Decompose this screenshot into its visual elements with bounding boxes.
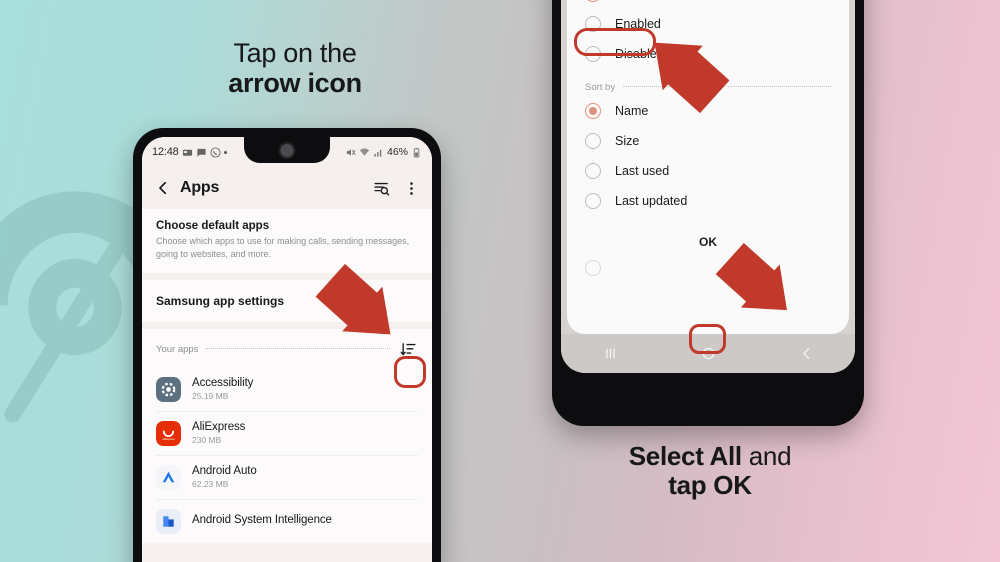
- sort-descending-icon[interactable]: [398, 340, 418, 360]
- app-size: 25.19 MB: [192, 391, 229, 402]
- ok-button[interactable]: OK: [685, 230, 731, 254]
- app-bar-actions: [373, 180, 420, 197]
- app-bar: Apps: [142, 167, 432, 209]
- sort-by-header: Sort by: [567, 73, 849, 96]
- samsung-app-settings-card[interactable]: Samsung app settings: [142, 279, 432, 322]
- radio-button[interactable]: [585, 193, 601, 209]
- status-bar-right: 46%: [345, 146, 422, 158]
- app-name: Accessibility: [192, 377, 254, 390]
- radio-button[interactable]: [585, 163, 601, 179]
- radio-label: Enabled: [615, 17, 661, 31]
- battery-percent: 46%: [386, 146, 408, 158]
- signal-icon: [373, 147, 384, 158]
- mute-icon: [345, 147, 356, 158]
- phone-right-screen: Filter by All Enabled Disabled Sort by: [561, 0, 855, 373]
- sort-filter-dialog: Filter by All Enabled Disabled Sort by: [567, 0, 849, 334]
- radio-label: Size: [615, 134, 640, 148]
- home-circle-icon[interactable]: [700, 345, 717, 362]
- settings-content: Choose default apps Choose which apps to…: [142, 209, 432, 543]
- status-bar-left: 12:48: [152, 146, 227, 158]
- radio-label: Disabled: [615, 47, 664, 61]
- search-list-icon[interactable]: [373, 180, 390, 197]
- sort-option-size[interactable]: Size: [567, 126, 849, 156]
- radio-button[interactable]: [585, 46, 601, 62]
- list-item-text: Accessibility 25.19 MB: [192, 377, 253, 401]
- phone-right: Filter by All Enabled Disabled Sort by: [552, 0, 864, 426]
- radio-button[interactable]: [585, 0, 601, 2]
- card-title: Samsung app settings: [156, 293, 285, 308]
- android-system-intelligence-icon: [156, 508, 181, 534]
- radio-button[interactable]: [585, 103, 601, 119]
- caption-right-rest: and: [741, 441, 792, 471]
- list-item[interactable]: Android Auto 62.23 MB: [156, 456, 418, 500]
- sort-option-last-used[interactable]: Last used: [567, 156, 849, 186]
- apps-list: Accessibility 25.19 MB AliExpress AliExp…: [142, 367, 432, 543]
- app-name: Android System Intelligence: [192, 514, 332, 527]
- caption-right-line2: tap OK: [668, 470, 752, 501]
- app-size: 230 MB: [192, 435, 222, 446]
- nav-back-icon[interactable]: [798, 345, 815, 362]
- radio-label: Name: [615, 104, 649, 118]
- radio-label: Last updated: [615, 194, 688, 208]
- list-item[interactable]: AliExpress AliExpress 230 MB: [156, 412, 418, 456]
- aliexpress-icon: AliExpress: [156, 420, 181, 446]
- status-time: 12:48: [152, 146, 179, 158]
- accessibility-gear-icon: [156, 376, 181, 402]
- dot-icon: [223, 150, 227, 154]
- list-item[interactable]: Android System Intelligence: [156, 500, 418, 543]
- sort-option-name[interactable]: Name: [567, 96, 849, 126]
- wallet-icon: [182, 147, 193, 158]
- message-icon: [196, 147, 207, 158]
- radio-button[interactable]: [585, 16, 601, 32]
- filter-option-enabled[interactable]: Enabled: [567, 9, 849, 39]
- app-name: Android Auto: [192, 465, 257, 478]
- wifi-icon: [359, 147, 370, 158]
- list-item-text: Android Auto 62.23 MB: [192, 465, 257, 489]
- dotted-divider: [206, 348, 390, 350]
- caption-left: Tap on the arrow icon: [150, 38, 440, 98]
- chevron-left-icon[interactable]: [154, 179, 172, 197]
- dialog-actions: OK: [567, 230, 849, 254]
- camera-notch: [244, 137, 330, 163]
- dotted-divider: [623, 86, 831, 87]
- list-item-text: Android System Intelligence: [192, 514, 332, 528]
- radio-label: All: [615, 0, 629, 1]
- card-subtitle: Choose which apps to use for making call…: [156, 236, 410, 259]
- sort-option-last-updated[interactable]: Last updated: [567, 186, 849, 216]
- android-auto-icon: [156, 464, 181, 490]
- svg-text:AliExpress: AliExpress: [162, 436, 175, 440]
- list-item[interactable]: Accessibility 25.19 MB: [156, 368, 418, 412]
- caption-left-line1: Tap on the: [233, 38, 357, 68]
- recents-icon[interactable]: [602, 345, 619, 362]
- app-name: AliExpress: [192, 421, 246, 434]
- app-size: 62.23 MB: [192, 479, 229, 490]
- caption-right-bold: Select All: [628, 441, 742, 471]
- status-bar: 12:48 46%: [142, 137, 432, 167]
- card-title: Choose default apps: [156, 220, 270, 232]
- filter-option-all[interactable]: All: [567, 0, 849, 9]
- caption-right-line1: Select All and: [570, 441, 850, 471]
- phone-left: 12:48 46% Apps Choose default apps Choos…: [133, 128, 441, 562]
- filter-option-disabled[interactable]: Disabled: [567, 39, 849, 69]
- radio-button: [585, 260, 601, 276]
- caption-left-line2: arrow icon: [228, 68, 362, 99]
- radio-label: Last used: [615, 164, 670, 178]
- phone-left-screen: 12:48 46% Apps Choose default apps Choos…: [142, 137, 432, 562]
- whatsapp-icon: [209, 146, 221, 158]
- battery-icon: [411, 147, 422, 158]
- your-apps-label: Your apps: [156, 344, 199, 356]
- android-nav-bar: [561, 334, 855, 373]
- page-title: Apps: [180, 179, 220, 196]
- choose-default-apps-card[interactable]: Choose default apps Choose which apps to…: [142, 209, 432, 273]
- kebab-menu-icon[interactable]: [403, 180, 420, 197]
- caption-right: Select All and tap OK: [570, 441, 850, 501]
- list-item-text: AliExpress 230 MB: [192, 421, 245, 445]
- your-apps-header: Your apps: [142, 328, 432, 368]
- obscured-list-row: [567, 254, 849, 282]
- sort-by-label: Sort by: [585, 82, 616, 93]
- screenshot-stage: Tap on the arrow icon Select All and tap…: [0, 0, 1000, 562]
- radio-button[interactable]: [585, 133, 601, 149]
